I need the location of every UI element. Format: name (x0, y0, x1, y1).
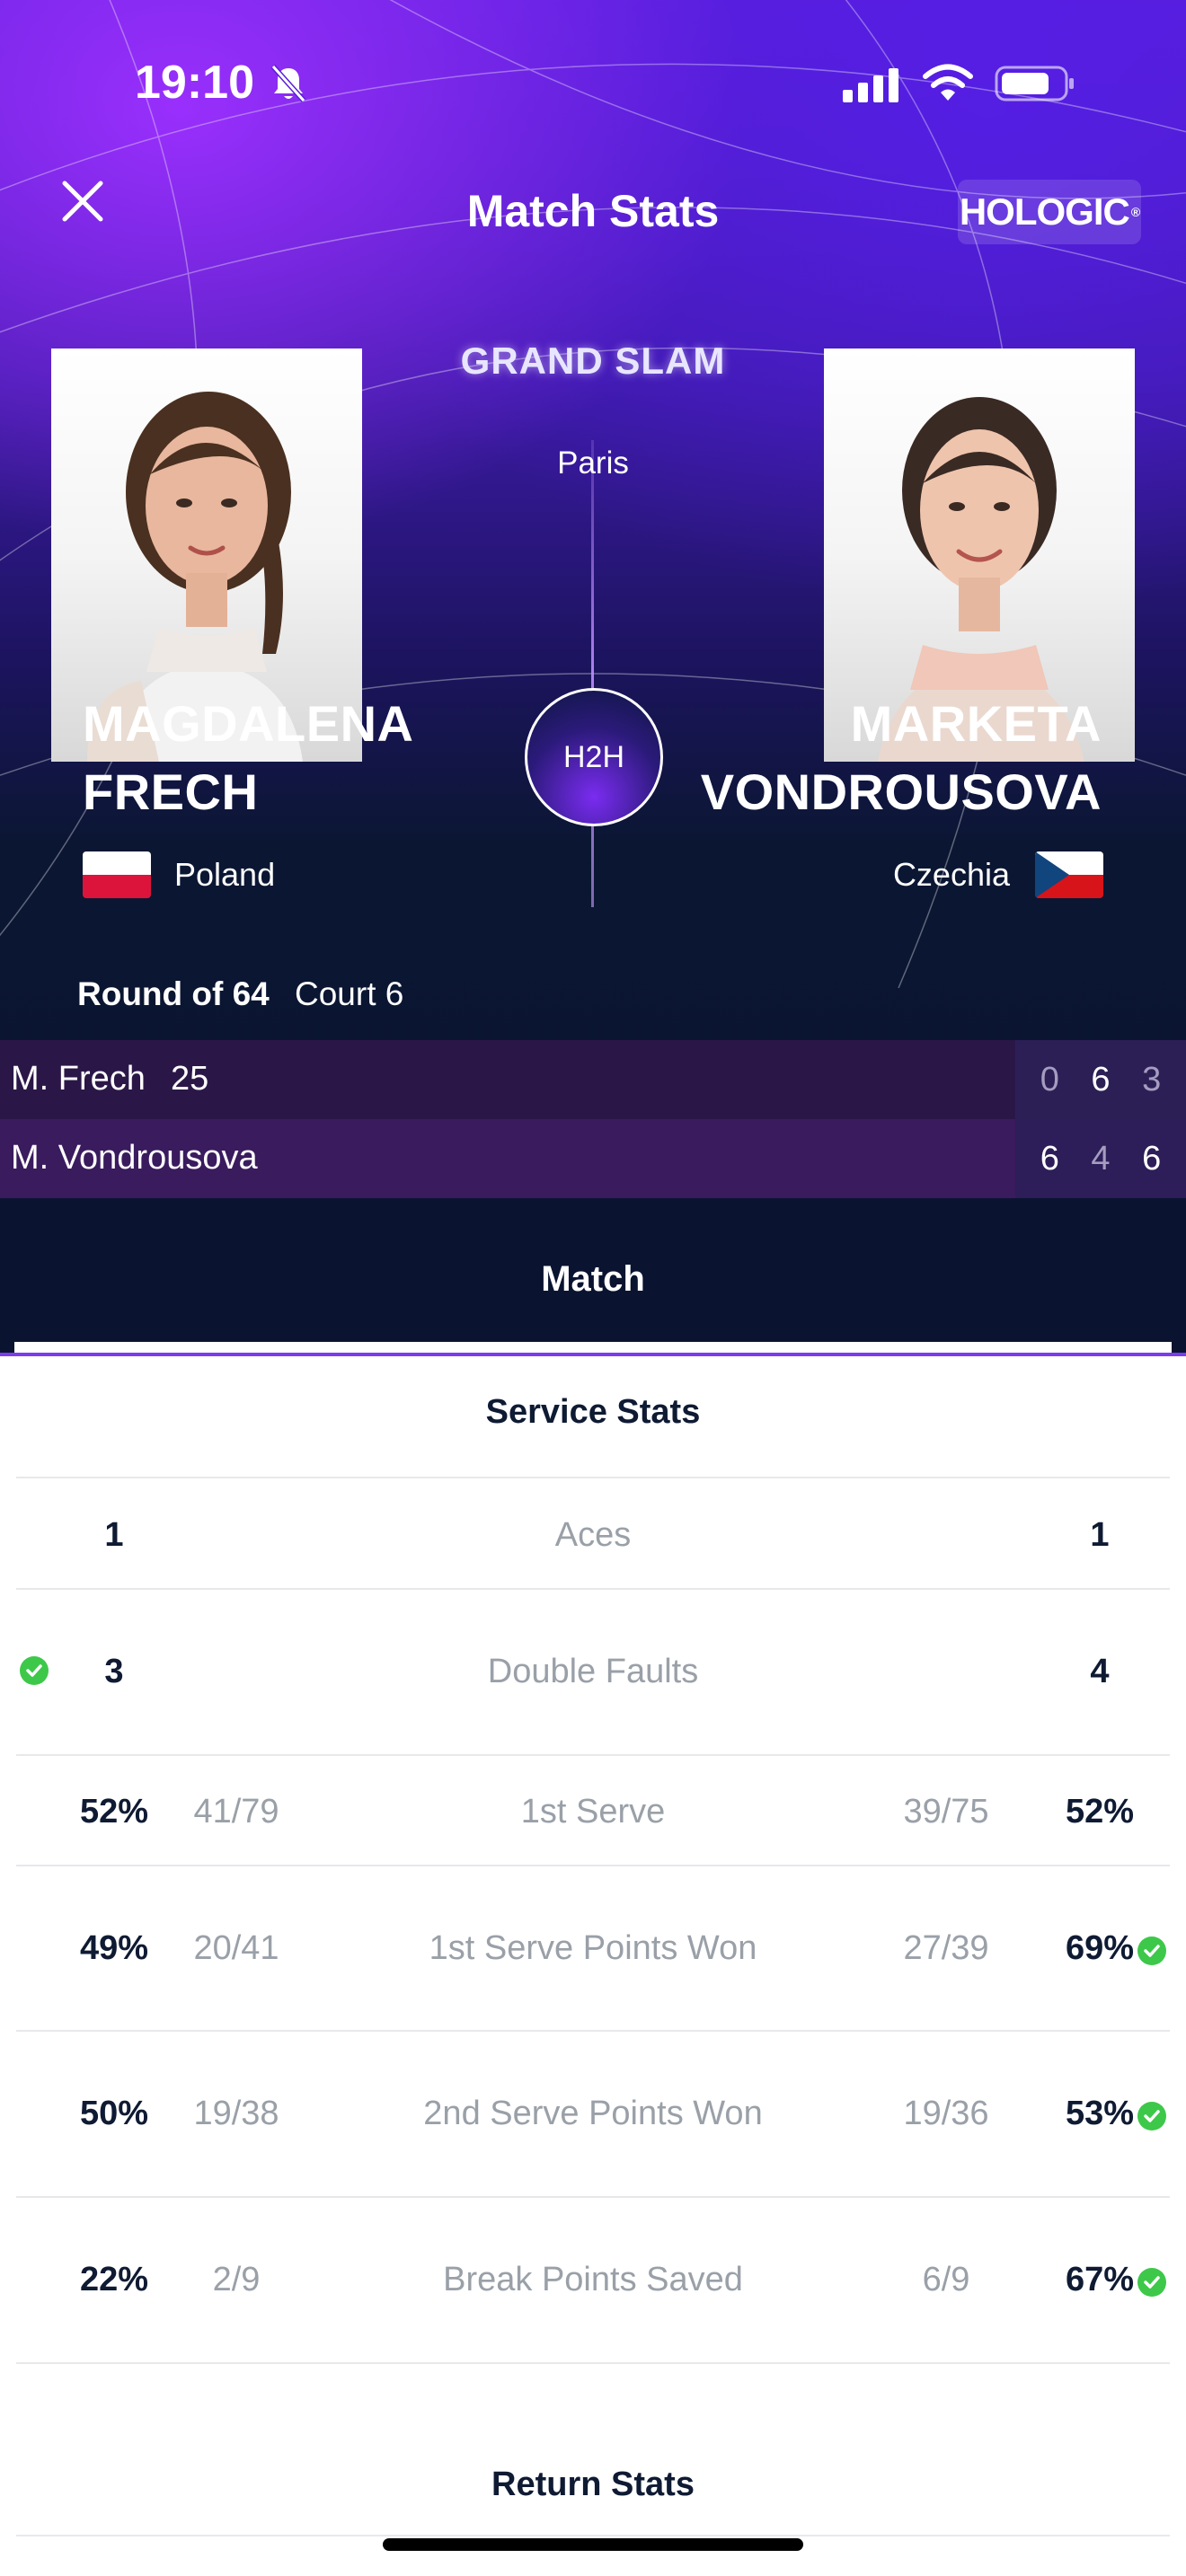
divider (16, 2030, 1170, 2032)
player-last-name-right: VONDROUSOVA (700, 763, 1102, 820)
set-scores: 6 4 6 (1015, 1119, 1186, 1198)
stat-right-value: 4 (1090, 1653, 1110, 1690)
stat-label: Break Points Saved (443, 2261, 743, 2298)
stat-left-value: 1 (104, 1516, 124, 1554)
stat-label: 1st Serve Points Won (429, 1929, 757, 1967)
stat-right-fraction: 19/36 (903, 2095, 989, 2132)
player-first-name-right: MARKETA (850, 695, 1102, 752)
service-stats-title: Service Stats (485, 1393, 701, 1431)
player-name-right[interactable]: MARKETA VONDROUSOVA (701, 690, 1102, 826)
country-right: Czechia (892, 856, 1010, 893)
check-icon (1137, 1936, 1166, 1965)
stat-left-fraction: 20/41 (193, 1929, 279, 1967)
player-last-name-left: FRECH (83, 763, 259, 820)
wifi-icon (923, 64, 973, 101)
divider (16, 2362, 1170, 2364)
set-score: 6 (1142, 1139, 1162, 1178)
match-round: Round of 64 (77, 975, 270, 1012)
stat-left-value: 3 (104, 1653, 124, 1690)
stat-right-value: 1 (1090, 1516, 1110, 1554)
battery-icon (995, 66, 1074, 101)
player-first-name-left: MAGDALENA (83, 695, 414, 752)
set-score: 6 (1091, 1060, 1111, 1098)
h2h-label: H2H (562, 739, 625, 774)
stat-right-fraction: 39/75 (903, 1793, 989, 1831)
sponsor-logo[interactable]: HOLOGIC ® (958, 180, 1141, 244)
status-time: 19:10 (135, 57, 254, 109)
return-stats-title: Return Stats (491, 2466, 695, 2503)
set-score: 0 (1040, 1060, 1059, 1098)
stat-right-fraction: 6/9 (922, 2261, 970, 2298)
country-left: Poland (174, 856, 276, 893)
score-row: M. Frech 25 0 6 3 (0, 1040, 1186, 1119)
stat-label: Aces (554, 1516, 632, 1554)
stat-left-fraction: 2/9 (212, 2261, 261, 2298)
set-scores: 0 6 3 (1015, 1040, 1186, 1119)
match-court: Court 6 (295, 975, 404, 1012)
czechia-flag-icon (1035, 851, 1103, 898)
check-icon (1137, 2268, 1166, 2297)
divider (16, 1477, 1170, 1478)
tab-match[interactable]: Match (0, 1259, 1186, 1300)
stat-label: 2nd Serve Points Won (423, 2095, 763, 2132)
stat-left-value: 49% (79, 1929, 149, 1967)
score-row: M. Vondrousova 6 4 6 (0, 1119, 1186, 1198)
h2h-button[interactable]: H2H (525, 688, 663, 826)
set-score: 6 (1040, 1139, 1059, 1178)
sponsor-name: HOLOGIC (959, 190, 1130, 233)
tab-underline (0, 1353, 1186, 1356)
score-player-seed: 25 (171, 1060, 209, 1098)
stat-right-fraction: 27/39 (903, 1929, 989, 1967)
stat-left-value: 50% (79, 2095, 149, 2132)
stat-left-value: 22% (79, 2261, 149, 2298)
check-icon (1137, 2102, 1166, 2130)
stat-right-value: 53% (1065, 2095, 1135, 2132)
score-player-name: M. Vondrousova (11, 1139, 258, 1177)
event-city: Paris (557, 446, 629, 481)
stat-right-value: 52% (1065, 1793, 1135, 1831)
divider (16, 1754, 1170, 1756)
divider (16, 1588, 1170, 1590)
player-name-left[interactable]: MAGDALENA FRECH (83, 690, 413, 826)
stat-right-value: 67% (1065, 2261, 1135, 2298)
stat-label: 1st Serve (520, 1793, 666, 1831)
stat-label: Double Faults (487, 1653, 699, 1690)
home-indicator[interactable] (383, 2538, 803, 2551)
divider (16, 2196, 1170, 2198)
set-score: 3 (1142, 1060, 1162, 1098)
active-tab-indicator (14, 1342, 1172, 1353)
sponsor-mark: ® (1130, 205, 1140, 219)
stat-right-value: 69% (1065, 1929, 1135, 1967)
stat-left-fraction: 41/79 (193, 1793, 279, 1831)
score-player-name: M. Frech (11, 1060, 146, 1098)
check-icon (20, 1656, 49, 1685)
bell-muted-icon (270, 64, 306, 103)
set-score: 4 (1091, 1139, 1111, 1178)
stat-left-fraction: 19/38 (193, 2095, 279, 2132)
poland-flag-icon (83, 851, 151, 898)
divider (16, 1865, 1170, 1866)
center-divider (591, 440, 594, 907)
signal-icon (843, 68, 898, 102)
stat-left-value: 52% (79, 1793, 149, 1831)
divider (16, 2535, 1170, 2536)
